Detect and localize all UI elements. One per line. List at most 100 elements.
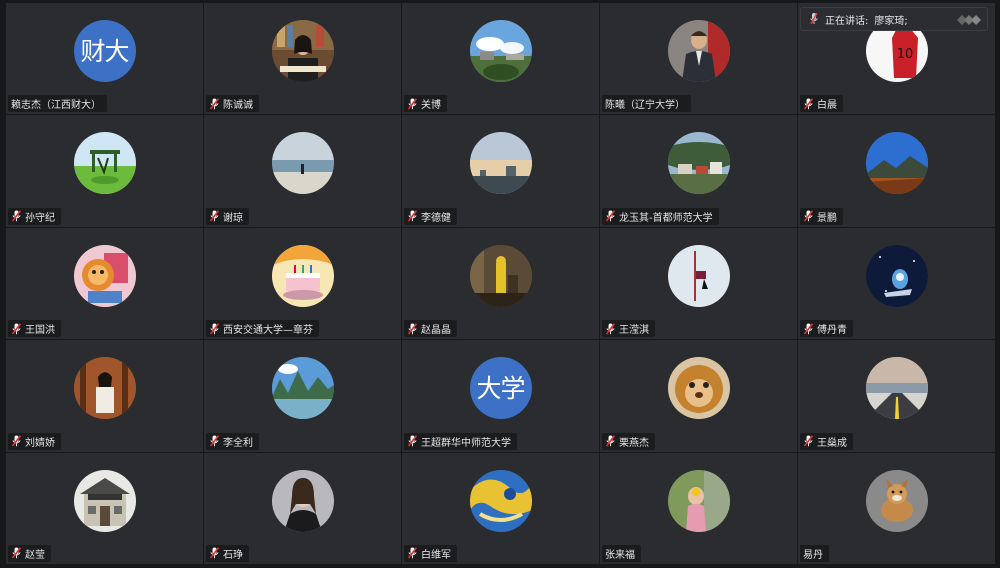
participant-name: 陈诚诚 [223, 100, 253, 112]
muted-mic-icon[interactable] [11, 210, 22, 222]
participant-name: 白晨 [817, 100, 837, 112]
muted-mic-icon[interactable] [407, 435, 418, 447]
avatar-image [667, 357, 730, 420]
avatar-text: 大学 [469, 357, 532, 420]
avatar-text: 财大 [73, 20, 136, 82]
participant-name: 陈曦（辽宁大学） [605, 100, 685, 112]
muted-mic-icon[interactable] [803, 322, 814, 335]
participant-tile[interactable]: 王国洪 [6, 227, 204, 341]
participant-tile[interactable]: 王滢淇 [600, 227, 798, 341]
participant-name: 张来福 [605, 549, 635, 561]
participant-tile[interactable]: 西安交通大学—章芬 [204, 227, 402, 341]
avatar-image [271, 357, 334, 420]
participant-tile[interactable]: 栗燕杰 [600, 340, 798, 453]
name-tag: 谢琼 [206, 207, 249, 225]
muted-mic-icon[interactable] [803, 98, 814, 110]
speaking-label: 正在讲话: [825, 15, 869, 27]
participant-tile[interactable]: 关博 [402, 3, 600, 116]
avatar-image [865, 132, 928, 195]
name-tag: 李全利 [206, 432, 259, 450]
name-tag: 张来福 [602, 544, 641, 562]
muted-mic-icon[interactable] [803, 210, 814, 222]
participant-name: 赵晶晶 [421, 325, 451, 337]
muted-mic-icon[interactable] [11, 547, 22, 559]
name-tag: 赖志杰（江西财大） [8, 95, 107, 113]
muted-mic-icon[interactable] [209, 322, 220, 335]
name-tag: 石琤 [206, 544, 249, 562]
name-tag: 王超群华中师范大学 [404, 432, 517, 450]
muted-mic-icon[interactable] [209, 98, 220, 110]
svg-text:10: 10 [896, 47, 913, 62]
avatar [865, 244, 928, 307]
name-tag: 陈诚诚 [206, 95, 259, 113]
muted-mic-icon[interactable] [407, 98, 418, 110]
participant-tile[interactable]: 刘婧娇 [6, 340, 204, 453]
participant-name: 石琤 [223, 549, 243, 561]
participant-tile[interactable]: 陈诚诚 [204, 3, 402, 116]
avatar-image [469, 244, 532, 307]
muted-mic-icon[interactable] [407, 210, 418, 222]
participant-name: 王国洪 [25, 325, 55, 337]
participant-tile[interactable]: 孙守纪 [6, 115, 204, 228]
muted-mic-icon[interactable] [407, 322, 418, 335]
participant-name: 傅丹青 [817, 325, 847, 337]
participant-name: 景鹏 [817, 212, 837, 224]
participant-tile[interactable]: 傅丹青 [798, 227, 996, 341]
participant-tile[interactable]: 石琤 [204, 452, 402, 565]
participant-tile[interactable]: 张来福 [600, 452, 798, 565]
participant-name: 赵莹 [25, 549, 45, 561]
avatar [469, 244, 532, 307]
participant-tile[interactable]: 李德健 [402, 115, 600, 228]
muted-mic-icon[interactable] [407, 547, 418, 559]
avatar-image [271, 244, 334, 307]
name-tag: 赵莹 [8, 544, 51, 562]
participant-tile[interactable]: 王燊成 [798, 340, 996, 453]
name-tag: 景鹏 [800, 207, 843, 225]
participant-tile[interactable]: 大学王超群华中师范大学 [402, 340, 600, 453]
expand-icon[interactable] [955, 13, 981, 27]
participant-tile[interactable]: 白维军 [402, 452, 600, 565]
participant-tile[interactable]: 谢琼 [204, 115, 402, 228]
participant-name: 王燊成 [817, 437, 847, 449]
avatar-image [667, 20, 730, 82]
muted-mic-icon[interactable] [803, 435, 814, 447]
participant-tile[interactable]: 龙玉其-首都师范大学 [600, 115, 798, 228]
muted-mic-icon[interactable] [209, 547, 220, 559]
participant-tile[interactable]: 赵晶晶 [402, 227, 600, 341]
muted-mic-icon[interactable] [605, 322, 616, 335]
participant-grid: 财大赖志杰（江西财大） 陈诚诚 关博 陈曦（辽宁大学） 10 白晨孙守纪 谢琼 李德健 龙玉其-… [6, 3, 996, 565]
muted-mic-icon[interactable] [11, 322, 22, 335]
participant-tile[interactable]: 陈曦（辽宁大学） [600, 3, 798, 116]
muted-mic-icon[interactable] [209, 435, 220, 447]
avatar-image [73, 132, 136, 195]
muted-mic-icon[interactable] [209, 210, 220, 222]
participant-tile[interactable]: 易丹 [798, 452, 996, 565]
name-tag: 白维军 [404, 544, 457, 562]
participant-tile[interactable]: 赵莹 [6, 452, 204, 565]
name-tag: 陈曦（辽宁大学） [602, 95, 691, 113]
participant-name: 栗燕杰 [619, 437, 649, 449]
name-tag: 王滢淇 [602, 320, 655, 338]
avatar-image [271, 20, 334, 82]
name-tag: 易丹 [800, 544, 829, 562]
participant-name: 刘婧娇 [25, 437, 55, 449]
muted-mic-icon[interactable] [605, 435, 616, 447]
avatar-label: 财大 [80, 36, 129, 66]
name-tag: 王国洪 [8, 320, 61, 338]
participant-name: 赖志杰（江西财大） [11, 100, 101, 112]
participant-name: 易丹 [803, 549, 823, 561]
name-tag: 王燊成 [800, 432, 853, 450]
avatar [865, 132, 928, 195]
participant-name: 王超群华中师范大学 [421, 437, 511, 449]
avatar-image [667, 132, 730, 195]
speaking-name: 廖家琦; [874, 15, 908, 27]
participant-tile[interactable]: 财大赖志杰（江西财大） [6, 3, 204, 116]
avatar [271, 357, 334, 420]
participant-tile[interactable]: 李全利 [204, 340, 402, 453]
muted-mic-icon[interactable] [605, 210, 616, 222]
muted-mic-icon[interactable] [11, 435, 22, 447]
participant-tile[interactable]: 景鹏 [798, 115, 996, 228]
avatar-image [73, 357, 136, 420]
avatar-image [469, 20, 532, 82]
participant-name: 李全利 [223, 437, 253, 449]
